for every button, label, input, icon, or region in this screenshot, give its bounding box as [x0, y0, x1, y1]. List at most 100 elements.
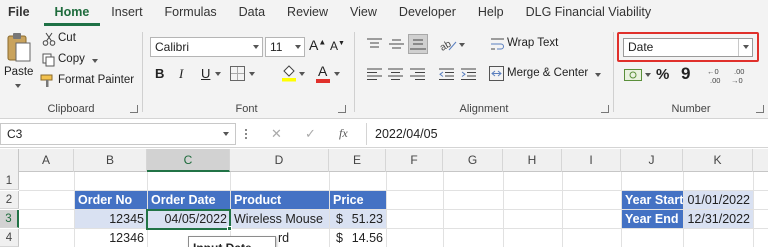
- tab-help[interactable]: Help: [467, 0, 515, 26]
- decrease-indent-icon[interactable]: [439, 68, 454, 80]
- decrease-decimal-icon[interactable]: .00 →0: [731, 66, 751, 85]
- column-header-c[interactable]: C: [147, 149, 230, 172]
- table-header-price[interactable]: Price: [330, 191, 386, 209]
- column-header-b[interactable]: B: [74, 149, 147, 172]
- font-launcher-icon[interactable]: [338, 105, 346, 113]
- italic-button[interactable]: I: [179, 66, 183, 82]
- row-header-3[interactable]: 3: [0, 210, 19, 228]
- accounting-dropdown-icon[interactable]: [645, 73, 651, 77]
- clipboard-launcher-icon[interactable]: [130, 105, 138, 113]
- insert-function-icon[interactable]: fx: [339, 126, 348, 141]
- top-align-icon[interactable]: [367, 38, 382, 50]
- cell-product[interactable]: rd: [274, 229, 329, 247]
- year-end-label[interactable]: Year End: [622, 210, 683, 228]
- merge-center-icon: [489, 66, 504, 81]
- cut-button[interactable]: Cut: [58, 32, 76, 44]
- table-header-order-date[interactable]: Order Date: [148, 191, 230, 209]
- number-format-dropdown[interactable]: [738, 39, 752, 56]
- year-start-label[interactable]: Year Start: [622, 191, 683, 209]
- formula-input[interactable]: 2022/04/05: [366, 123, 768, 145]
- tab-insert[interactable]: Insert: [100, 0, 153, 26]
- cell-product[interactable]: Wireless Mouse: [231, 210, 329, 228]
- column-header-g[interactable]: G: [443, 149, 503, 172]
- tab-formulas[interactable]: Formulas: [154, 0, 228, 26]
- column-header-e[interactable]: E: [329, 149, 386, 172]
- tab-data[interactable]: Data: [228, 0, 276, 26]
- align-center-icon[interactable]: [388, 68, 403, 80]
- column-header-h[interactable]: H: [503, 149, 562, 172]
- formula-bar-grip-icon[interactable]: [245, 129, 248, 141]
- percent-style-button[interactable]: %: [656, 66, 669, 83]
- bottom-align-icon[interactable]: [408, 34, 428, 54]
- enter-icon[interactable]: ✓: [305, 126, 316, 142]
- font-name-value: Calibri: [155, 40, 190, 54]
- chevron-down-icon: [743, 45, 749, 49]
- tab-home[interactable]: Home: [43, 0, 101, 26]
- align-left-icon[interactable]: [367, 68, 382, 80]
- middle-align-icon[interactable]: [389, 38, 404, 50]
- fill-color-icon[interactable]: [281, 64, 297, 82]
- fill-color-dropdown-icon[interactable]: [299, 72, 305, 76]
- borders-icon[interactable]: [230, 66, 245, 81]
- paste-icon[interactable]: [6, 32, 32, 64]
- number-format-select[interactable]: Date: [623, 38, 753, 57]
- column-header-f[interactable]: F: [386, 149, 443, 172]
- column-header-d[interactable]: D: [230, 149, 329, 172]
- name-box[interactable]: C3: [0, 123, 236, 145]
- format-painter-button[interactable]: Format Painter: [58, 74, 134, 86]
- cell-order-no[interactable]: 12346: [75, 229, 147, 247]
- increase-decimal-icon[interactable]: ←0.00: [707, 66, 727, 85]
- cell-price[interactable]: $ 51.23: [330, 210, 386, 228]
- fill-handle[interactable]: [227, 226, 232, 231]
- table-header-order-no[interactable]: Order No: [75, 191, 147, 209]
- orientation-dropdown-icon[interactable]: [459, 43, 465, 47]
- bold-button[interactable]: B: [155, 66, 164, 81]
- year-end-value[interactable]: 12/31/2022: [684, 210, 753, 228]
- underline-button[interactable]: U: [201, 66, 210, 81]
- merge-dropdown-icon[interactable]: [595, 73, 601, 77]
- currency-symbol: $: [336, 212, 343, 226]
- align-right-icon[interactable]: [410, 68, 425, 80]
- cell-order-no[interactable]: 12345: [75, 210, 147, 228]
- active-cell-border: [146, 209, 231, 230]
- tab-dlg-financial-viability[interactable]: DLG Financial Viability: [515, 0, 663, 26]
- row-header-4[interactable]: 4: [0, 229, 19, 247]
- tab-review[interactable]: Review: [276, 0, 339, 26]
- year-start-value[interactable]: 01/01/2022: [684, 191, 753, 209]
- worksheet-grid[interactable]: A B C D E F G H I J K 1 2 3 4 Order No O…: [0, 149, 768, 247]
- cancel-icon[interactable]: ✕: [271, 126, 282, 142]
- column-header-k[interactable]: K: [683, 149, 753, 172]
- select-all-corner[interactable]: [0, 149, 19, 172]
- copy-button[interactable]: Copy: [58, 53, 85, 65]
- borders-dropdown-icon[interactable]: [249, 72, 255, 76]
- font-color-dropdown-icon[interactable]: [334, 72, 340, 76]
- wrap-text-button[interactable]: Wrap Text: [507, 37, 558, 49]
- column-header-j[interactable]: J: [621, 149, 683, 172]
- underline-dropdown-icon[interactable]: [215, 72, 221, 76]
- row-header-1[interactable]: 1: [0, 172, 19, 190]
- tab-file[interactable]: File: [0, 0, 44, 26]
- column-header-i[interactable]: I: [562, 149, 621, 172]
- row-header-2[interactable]: 2: [0, 191, 19, 209]
- increase-indent-icon[interactable]: [461, 68, 476, 80]
- cell-price[interactable]: $ 14.56: [330, 229, 386, 247]
- number-launcher-icon[interactable]: [756, 105, 764, 113]
- paste-dropdown-icon[interactable]: [15, 84, 21, 88]
- merge-center-button[interactable]: Merge & Center: [507, 67, 588, 79]
- comma-style-button[interactable]: 9: [681, 64, 690, 84]
- alignment-launcher-icon[interactable]: [601, 105, 609, 113]
- number-format-value: Date: [628, 40, 654, 54]
- tab-view[interactable]: View: [339, 0, 388, 26]
- column-header-a[interactable]: A: [19, 149, 74, 172]
- accounting-format-icon[interactable]: [624, 68, 642, 82]
- paste-button[interactable]: Paste: [4, 66, 33, 78]
- orientation-icon[interactable]: ab: [438, 36, 457, 54]
- tab-developer[interactable]: Developer: [388, 0, 467, 26]
- shrink-font-button[interactable]: A▼: [330, 39, 345, 53]
- copy-dropdown-icon[interactable]: [92, 59, 98, 63]
- font-size-select[interactable]: 11: [265, 37, 305, 57]
- table-header-product[interactable]: Product: [231, 191, 329, 209]
- font-color-icon[interactable]: A: [318, 63, 327, 79]
- grow-font-button[interactable]: A▲: [309, 37, 326, 53]
- font-name-select[interactable]: Calibri: [150, 37, 263, 57]
